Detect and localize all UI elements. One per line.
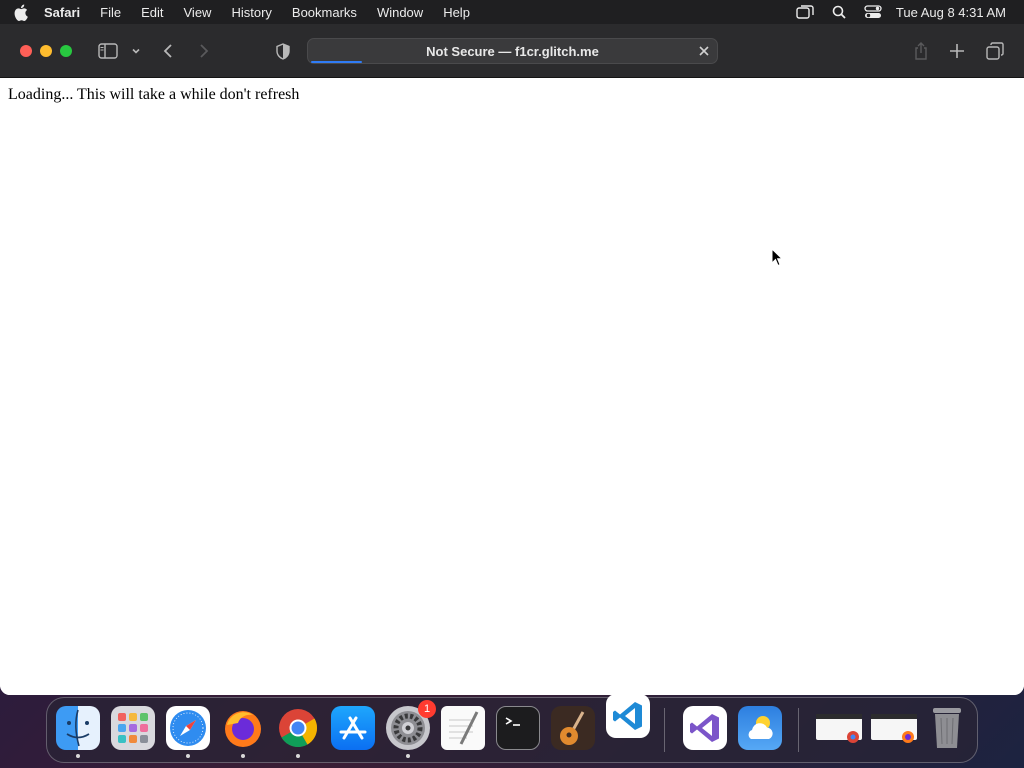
dock-vscode-icon[interactable] bbox=[606, 694, 650, 738]
browser-toolbar: Not Secure — f1cr.glitch.me bbox=[0, 24, 1024, 78]
back-icon[interactable] bbox=[160, 39, 176, 63]
menubar-clock[interactable]: Tue Aug 8 4:31 AM bbox=[890, 5, 1024, 20]
new-tab-icon[interactable] bbox=[948, 39, 966, 63]
running-indicator bbox=[76, 754, 80, 758]
address-text: Not Secure — f1cr.glitch.me bbox=[426, 43, 599, 59]
address-bar[interactable]: Not Secure — f1cr.glitch.me bbox=[307, 38, 718, 64]
dock-safari-icon[interactable] bbox=[166, 706, 210, 758]
menu-edit[interactable]: Edit bbox=[131, 0, 173, 24]
menu-history[interactable]: History bbox=[221, 0, 281, 24]
dock-separator bbox=[798, 708, 799, 752]
loading-message: Loading... This will take a while don't … bbox=[8, 86, 300, 103]
dock-app-store-icon[interactable] bbox=[331, 706, 375, 750]
dock-finder-icon[interactable] bbox=[56, 706, 100, 758]
notification-badge: 1 bbox=[418, 700, 436, 718]
clear-icon[interactable] bbox=[697, 44, 711, 58]
menu-app-safari[interactable]: Safari bbox=[40, 0, 90, 24]
forward-icon[interactable] bbox=[196, 39, 212, 63]
window-close-button[interactable] bbox=[20, 45, 32, 57]
running-indicator bbox=[296, 754, 300, 758]
dock-terminal-icon[interactable] bbox=[496, 706, 540, 750]
spotlight-search-icon[interactable] bbox=[822, 0, 856, 24]
dock-separator bbox=[664, 708, 665, 752]
window-maximize-button[interactable] bbox=[60, 45, 72, 57]
dock-weather-icon[interactable] bbox=[738, 706, 782, 750]
dock-firefox-icon[interactable] bbox=[221, 706, 265, 758]
web-page-content: Loading... This will take a while don't … bbox=[0, 78, 1024, 695]
running-indicator bbox=[406, 754, 410, 758]
control-center-icon[interactable] bbox=[856, 0, 890, 24]
dock-system-settings-icon[interactable]: 1 bbox=[386, 700, 436, 758]
running-indicator bbox=[241, 754, 245, 758]
mouse-pointer-icon bbox=[771, 247, 784, 272]
menu-file[interactable]: File bbox=[90, 0, 131, 24]
dock-trash-icon[interactable] bbox=[925, 706, 969, 750]
tab-overview-icon[interactable] bbox=[985, 39, 1005, 63]
dock-chrome-window-icon[interactable] bbox=[815, 706, 863, 750]
dock-chrome-icon[interactable] bbox=[276, 706, 320, 758]
menu-help[interactable]: Help bbox=[433, 0, 480, 24]
dock-firefox-window-icon[interactable] bbox=[870, 706, 918, 750]
running-indicator bbox=[186, 754, 190, 758]
menu-bar: Safari File Edit View History Bookmarks … bbox=[0, 0, 1024, 24]
safari-window: Not Secure — f1cr.glitch.me Loading... T… bbox=[0, 24, 1024, 695]
apple-menu-icon[interactable] bbox=[0, 4, 40, 21]
menu-window[interactable]: Window bbox=[367, 0, 433, 24]
dock: 1 bbox=[46, 694, 978, 763]
dock-launchpad-icon[interactable] bbox=[111, 706, 155, 750]
dock-textedit-icon[interactable] bbox=[441, 706, 485, 750]
privacy-shield-icon[interactable] bbox=[274, 39, 292, 63]
screen-mirroring-icon[interactable] bbox=[788, 0, 822, 24]
menu-view[interactable]: View bbox=[174, 0, 222, 24]
dock-garageband-icon[interactable] bbox=[551, 706, 595, 750]
dock-visual-studio-icon[interactable] bbox=[683, 706, 727, 750]
sidebar-icon[interactable] bbox=[97, 39, 119, 63]
window-minimize-button[interactable] bbox=[40, 45, 52, 57]
chevron-down-icon[interactable] bbox=[130, 39, 142, 63]
share-icon[interactable] bbox=[912, 39, 930, 63]
page-load-progress bbox=[311, 61, 363, 63]
menu-bookmarks[interactable]: Bookmarks bbox=[282, 0, 367, 24]
